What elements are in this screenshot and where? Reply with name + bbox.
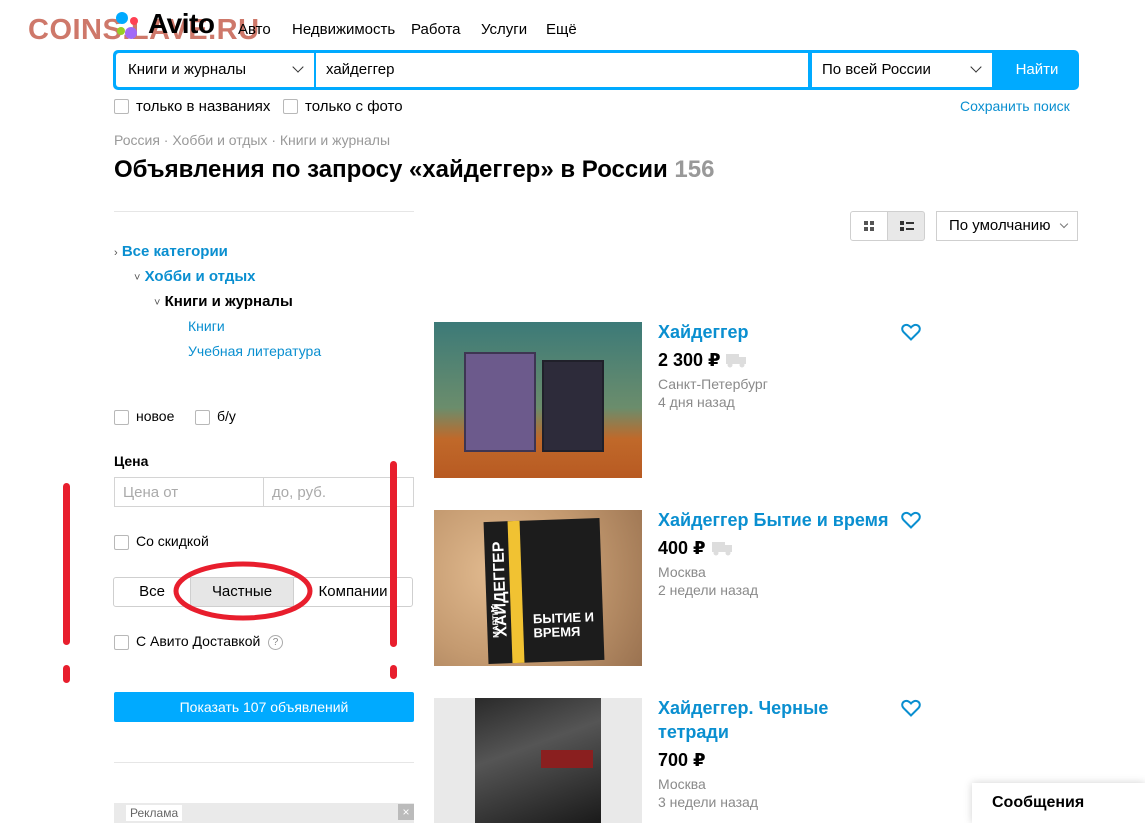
page-title-text: Объявления по запросу «хайдеггер» в Росс…: [114, 156, 668, 183]
listing-date: 4 дня назад: [658, 394, 735, 410]
book-cover: МАРТИН ХАЙДЕГГЕР БЫТИЕ И ВРЕМЯ: [483, 518, 605, 664]
listing-city: Санкт-Петербург: [658, 376, 768, 392]
category-books[interactable]: ˅ Книги и журналы: [154, 293, 293, 310]
with-photo-checkbox[interactable]: [283, 99, 298, 114]
search-input[interactable]: хайдеггер: [316, 53, 808, 87]
save-search-link[interactable]: Сохранить поиск: [960, 98, 1070, 114]
search-button[interactable]: Найти: [995, 50, 1079, 90]
discount-label: Со скидкой: [136, 533, 209, 549]
listing-date: 2 недели назад: [658, 582, 758, 598]
condition-used-label: б/у: [217, 408, 236, 424]
nav-auto[interactable]: Авто: [238, 21, 271, 38]
nav-services[interactable]: Услуги: [481, 21, 527, 38]
annotation-line-right: [390, 461, 397, 647]
listing-date: 3 недели назад: [658, 794, 758, 810]
heart-icon[interactable]: [901, 699, 921, 717]
annotation-ellipse: [173, 561, 313, 621]
delivery-checkbox[interactable]: [114, 635, 129, 650]
grid-icon: [864, 221, 874, 231]
category-hobby-label: Хобби и отдых: [144, 268, 256, 285]
delivery-label: С Авито Доставкой: [136, 633, 261, 649]
listing-title[interactable]: Хайдеггер Бытие и время: [658, 508, 888, 532]
breadcrumb[interactable]: Россия · Хобби и отдых · Книги и журналы: [114, 132, 390, 148]
with-photo-label: только с фото: [305, 98, 403, 115]
chevron-down-icon: [1059, 219, 1069, 229]
book-image: [542, 360, 604, 452]
listing-photo[interactable]: [434, 322, 642, 478]
watermark-text: COINS.LAVE.RU: [28, 14, 260, 46]
condition-new-checkbox[interactable]: [114, 410, 129, 425]
nav-jobs[interactable]: Работа: [411, 21, 461, 38]
messages-widget[interactable]: Сообщения: [972, 783, 1145, 823]
nav-more[interactable]: Ещё: [546, 21, 577, 38]
book-cover-stripe: [507, 520, 525, 664]
listing-photo[interactable]: МАРТИН ХАЙДЕГГЕР БЫТИЕ И ВРЕМЯ: [434, 510, 642, 666]
delivery-truck-icon: [726, 354, 746, 368]
book-surname: ХАЙДЕГГЕР: [490, 541, 511, 638]
page-title: Объявления по запросу «хайдеггер» в Росс…: [114, 156, 714, 184]
listing-price: 2 300 ₽: [658, 350, 721, 370]
avito-logo-text[interactable]: Avito: [148, 8, 215, 40]
region-select[interactable]: По всей России: [812, 53, 992, 87]
listing-title[interactable]: Хайдеггер: [658, 320, 749, 344]
category-books-label: Книги и журналы: [164, 293, 293, 310]
discount-checkbox[interactable]: [114, 535, 129, 550]
result-count: 156: [674, 156, 715, 183]
heart-icon[interactable]: [901, 511, 921, 529]
chevron-down-icon: [970, 61, 982, 73]
category-all-label: Все категории: [121, 243, 228, 260]
chevron-down-icon: ˅: [134, 272, 141, 284]
category-select-value: Книги и журналы: [128, 61, 247, 78]
book-title: БЫТИЕ И ВРЕМЯ: [532, 609, 595, 641]
close-icon[interactable]: ×: [398, 804, 414, 820]
heart-icon[interactable]: [901, 323, 921, 341]
book-label-band: [541, 750, 593, 768]
listing-city: Москва: [658, 564, 706, 580]
listing-price: 700 ₽: [658, 750, 706, 770]
sort-select[interactable]: По умолчанию: [936, 211, 1078, 241]
subcategory-books[interactable]: Книги: [188, 318, 225, 334]
sort-select-value: По умолчанию: [949, 217, 1051, 234]
listing-title-line2[interactable]: тетради: [658, 720, 729, 744]
annotation-line-left: [63, 665, 70, 683]
chevron-down-icon: ˅: [154, 297, 161, 309]
help-icon[interactable]: ?: [268, 635, 283, 650]
listing-title[interactable]: Хайдеггер. Черные: [658, 696, 828, 720]
ad-label: Реклама: [126, 805, 183, 821]
show-results-button[interactable]: Показать 107 объявлений: [114, 692, 414, 722]
sidebar-divider: [114, 211, 414, 212]
annotation-line-right: [390, 665, 397, 679]
chevron-right-icon: ›: [114, 247, 118, 259]
listing-city: Москва: [658, 776, 706, 792]
book-image: [464, 352, 536, 452]
listing-price: 400 ₽: [658, 538, 706, 558]
nav-realty[interactable]: Недвижимость: [292, 21, 395, 38]
list-icon: [900, 221, 914, 231]
price-from-input[interactable]: Цена от: [114, 477, 264, 507]
category-select[interactable]: Книги и журналы: [116, 53, 314, 87]
avito-logo-icon[interactable]: [113, 10, 143, 40]
sidebar-divider: [114, 762, 414, 763]
grid-view-button[interactable]: [850, 211, 888, 241]
delivery-truck-icon: [712, 542, 732, 556]
category-hobby[interactable]: ˅ Хобби и отдых: [134, 268, 256, 285]
listing-photo[interactable]: [434, 698, 642, 823]
titles-only-label: только в названиях: [136, 98, 271, 115]
region-select-value: По всей России: [822, 61, 931, 78]
titles-only-checkbox[interactable]: [114, 99, 129, 114]
list-view-button[interactable]: [887, 211, 925, 241]
book-cover: [475, 698, 601, 823]
category-all[interactable]: › Все категории: [114, 243, 228, 260]
annotation-line-left: [63, 483, 70, 645]
price-label: Цена: [114, 453, 149, 469]
subcategory-textbooks[interactable]: Учебная литература: [188, 343, 321, 359]
condition-used-checkbox[interactable]: [195, 410, 210, 425]
condition-new-label: новое: [136, 408, 175, 424]
chevron-down-icon: [292, 61, 304, 73]
